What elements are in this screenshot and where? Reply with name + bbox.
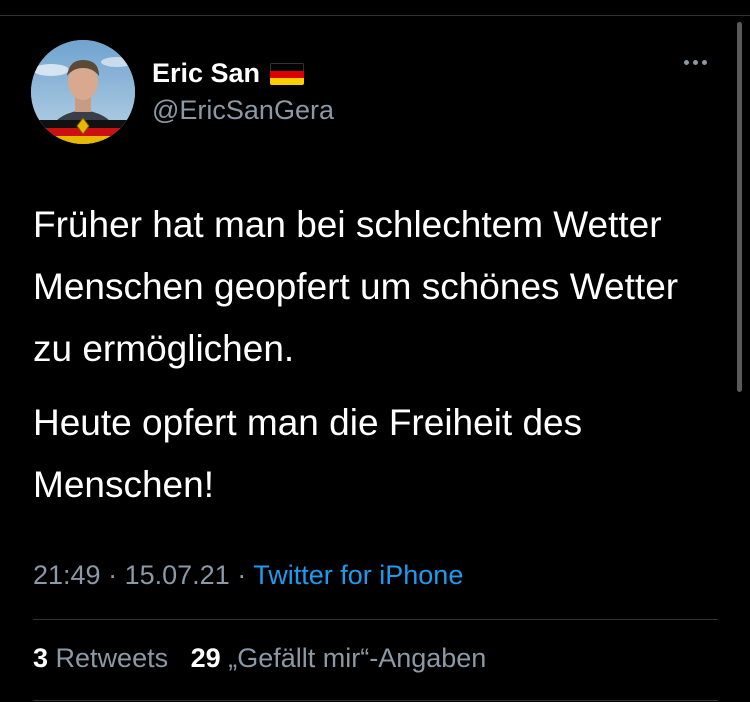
top-divider <box>0 15 750 16</box>
likes-label: „Gefällt mir“-Angaben <box>228 643 487 673</box>
germany-flag-icon <box>270 62 305 85</box>
tweet-text: Früher hat man bei schlechtem Wetter Men… <box>33 194 723 516</box>
tweet-paragraph-1: Früher hat man bei schlechtem Wetter Men… <box>33 204 679 369</box>
divider <box>33 700 718 701</box>
avatar-image <box>31 40 135 144</box>
retweets-label: Retweets <box>55 643 169 673</box>
more-options-icon[interactable] <box>684 60 707 65</box>
retweets-count: 3 <box>33 643 49 673</box>
tweet-source-link[interactable]: Twitter for iPhone <box>253 560 463 590</box>
likes-stat[interactable]: 29 „Gefällt mir“-Angaben <box>191 643 487 673</box>
likes-count: 29 <box>190 643 221 673</box>
scrollbar[interactable] <box>737 22 742 392</box>
user-name-row[interactable]: Eric San <box>152 58 305 89</box>
retweets-stat[interactable]: 3 Retweets <box>33 643 176 673</box>
meta-separator: · <box>237 560 247 590</box>
display-name[interactable]: Eric San <box>152 58 260 89</box>
tweet-stats: 3 Retweets 29 „Gefällt mir“-Angaben <box>33 643 486 674</box>
tweet-paragraph-2: Heute opfert man die Freiheit des Mensch… <box>33 402 583 505</box>
tweet-time[interactable]: 21:49 <box>33 560 101 590</box>
tweet-meta: 21:49 · 15.07.21 · Twitter for iPhone <box>33 560 463 591</box>
avatar[interactable] <box>31 40 135 144</box>
tweet-date[interactable]: 15.07.21 <box>125 560 230 590</box>
divider <box>33 619 718 620</box>
meta-separator: · <box>108 560 118 590</box>
user-handle[interactable]: @EricSanGera <box>152 95 334 126</box>
